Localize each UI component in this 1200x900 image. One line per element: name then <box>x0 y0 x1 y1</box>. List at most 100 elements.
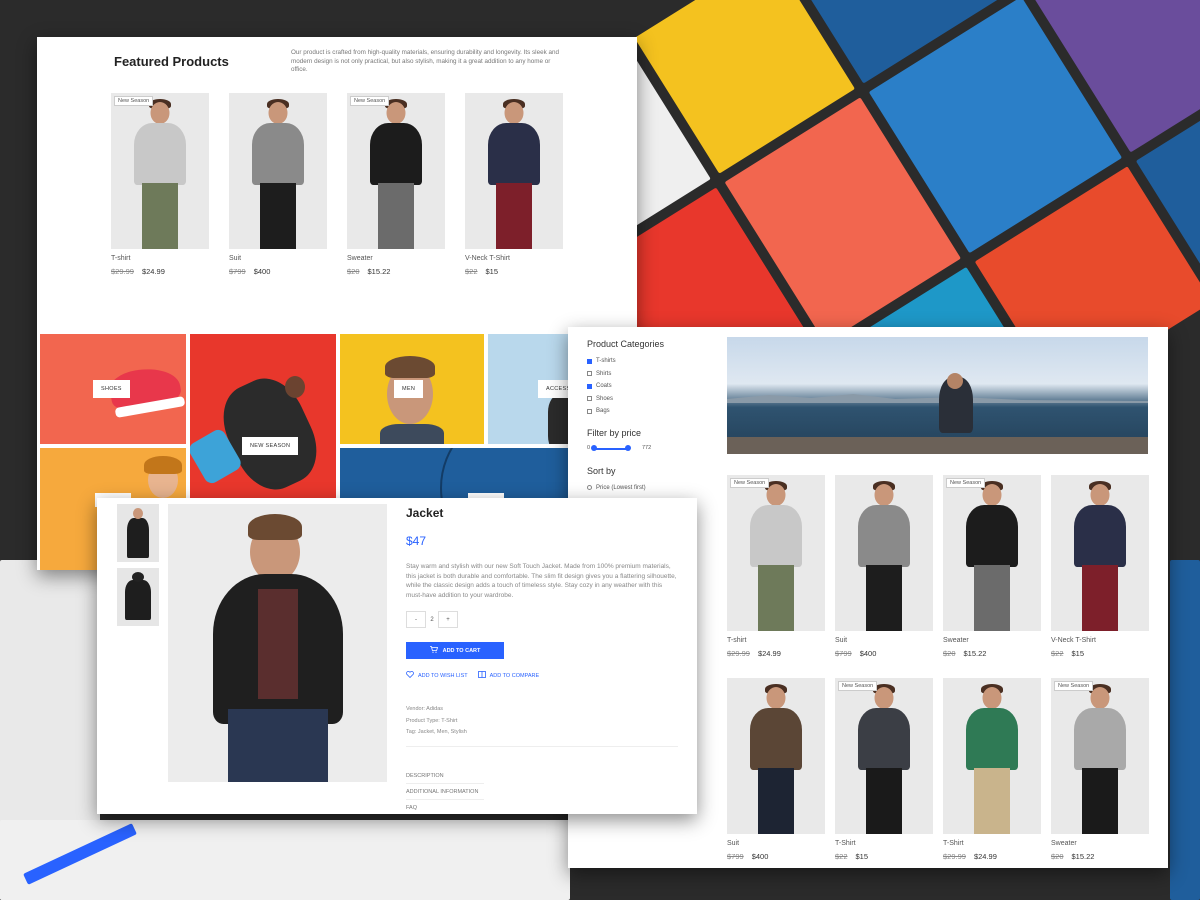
product-image[interactable] <box>943 678 1041 834</box>
product-image[interactable]: New Season <box>727 475 825 631</box>
category-tile-new-season[interactable]: NEW SEASON <box>190 334 336 499</box>
product-card[interactable]: Suit $799 $400 <box>229 93 327 276</box>
product-price: $47 <box>406 534 427 548</box>
wishlist-link[interactable]: ADD TO WISH LIST <box>406 671 468 680</box>
add-to-cart-label: ADD TO CART <box>442 647 481 654</box>
old-price: $799 <box>727 852 744 861</box>
category-label: Bags <box>596 408 610 415</box>
old-price: $29.99 <box>111 267 134 276</box>
category-checkbox[interactable]: Coats <box>587 380 707 393</box>
category-tile-shoes[interactable]: SHOES <box>40 334 186 444</box>
product-card[interactable]: New Season Sweater $20 $15.22 <box>347 93 445 276</box>
product-image[interactable]: New Season <box>943 475 1041 631</box>
product-name: Sweater <box>1051 840 1077 847</box>
product-price-row: $22 $15 <box>465 267 563 276</box>
old-price: $22 <box>465 267 478 276</box>
product-name: V-Neck T-Shirt <box>1051 637 1096 644</box>
qty-value[interactable]: 2 <box>426 611 438 628</box>
product-name: T-shirt <box>111 255 131 262</box>
product-image[interactable] <box>229 93 327 249</box>
product-thumbnail-2[interactable] <box>117 568 159 626</box>
product-image[interactable] <box>1051 475 1149 631</box>
checkbox-icon <box>587 358 592 364</box>
product-price-row: $20 $15.22 <box>1051 852 1149 861</box>
compare-link[interactable]: ADD TO COMPARE <box>477 671 540 680</box>
old-price: $29.99 <box>943 852 966 861</box>
product-card[interactable]: New Season T-shirt $29.99 $24.99 <box>111 93 209 276</box>
product-price-row: $799 $400 <box>835 649 933 658</box>
category-checkbox[interactable]: T-shirts <box>587 355 707 368</box>
product-image[interactable]: New Season <box>111 93 209 249</box>
product-image[interactable]: New Season <box>1051 678 1149 834</box>
add-to-cart-button[interactable]: ADD TO CART <box>406 642 504 659</box>
category-label: Shoes <box>596 395 614 402</box>
product-card[interactable]: New Season Sweater $20 $15.22 <box>943 475 1041 658</box>
product-price-row: $22 $15 <box>835 852 933 861</box>
product-info-tabs: DESCRIPTION ADDITIONAL INFORMATION FAQ <box>406 768 484 816</box>
product-price-row: $29.99 $24.99 <box>727 649 825 658</box>
product-vendor: Vendor: Adidas <box>406 706 444 712</box>
tab-faq[interactable]: FAQ <box>406 800 484 816</box>
product-name: T-shirt <box>727 637 747 644</box>
new-season-badge: New Season <box>114 96 154 106</box>
sale-price: $15 <box>1071 649 1085 658</box>
category-checkbox[interactable]: Shirts <box>587 368 707 381</box>
shoes-label: SHOES <box>93 380 130 398</box>
product-name: Sweater <box>943 637 969 644</box>
product-image[interactable] <box>465 93 563 249</box>
product-image[interactable]: New Season <box>347 93 445 249</box>
sort-option-price-lowest[interactable]: Price (Lowest first) <box>587 482 707 495</box>
product-card[interactable]: V-Neck T-Shirt $22 $15 <box>1051 475 1149 658</box>
price-min: 0 <box>587 444 591 451</box>
price-max: 772 <box>642 444 652 451</box>
price-slider-max-handle[interactable] <box>625 444 631 451</box>
heart-icon <box>406 671 414 680</box>
product-tags: Tag: Jacket, Men, Stylish <box>406 729 467 735</box>
product-name: Suit <box>229 255 242 262</box>
sale-price: $400 <box>253 267 271 276</box>
sale-price: $400 <box>859 649 877 658</box>
product-card[interactable]: V-Neck T-Shirt $22 $15 <box>465 93 563 276</box>
qty-minus-button[interactable]: - <box>406 611 426 628</box>
product-card[interactable]: T-Shirt $29.99 $24.99 <box>943 678 1041 861</box>
product-image[interactable] <box>835 475 933 631</box>
product-title: Jacket <box>406 506 444 520</box>
qty-plus-button[interactable]: + <box>438 611 458 628</box>
tab-additional-information[interactable]: ADDITIONAL INFORMATION <box>406 784 484 800</box>
price-slider-min-handle[interactable] <box>591 444 597 451</box>
tab-description[interactable]: DESCRIPTION <box>406 768 484 784</box>
sale-price: $15.22 <box>367 267 391 276</box>
category-checkbox[interactable]: Shoes <box>587 393 707 406</box>
product-price-row: $22 $15 <box>1051 649 1149 658</box>
old-price: $799 <box>835 649 852 658</box>
category-label: Shirts <box>596 370 612 377</box>
checkbox-icon <box>587 396 592 402</box>
product-card[interactable]: New Season T-Shirt $22 $15 <box>835 678 933 861</box>
product-detail-panel: Jacket $47 Stay warm and stylish with ou… <box>97 498 697 814</box>
product-price-row: $20 $15.22 <box>347 267 445 276</box>
product-card[interactable]: Suit $799 $400 <box>835 475 933 658</box>
sale-price: $15.22 <box>963 649 987 658</box>
product-image[interactable]: New Season <box>835 678 933 834</box>
sale-price: $24.99 <box>973 852 997 861</box>
compare-icon <box>477 671 486 680</box>
category-checkbox[interactable]: Bags <box>587 405 707 418</box>
price-slider[interactable]: 0 772 <box>587 444 707 454</box>
category-label: T-shirts <box>596 358 616 365</box>
product-price-row: $20 $15.22 <box>943 649 1041 658</box>
categories-heading: Product Categories <box>587 339 665 349</box>
men-label: MEN <box>394 380 424 398</box>
cart-icon <box>429 646 438 655</box>
category-tile-men[interactable]: MEN <box>340 334 484 444</box>
product-card[interactable]: New Season T-shirt $29.99 $24.99 <box>727 475 825 658</box>
product-type: Product Type: T-Shirt <box>406 717 458 724</box>
product-card[interactable]: New Season Sweater $20 $15.22 <box>1051 678 1149 861</box>
featured-title: Featured Products <box>114 54 229 69</box>
old-price: $22 <box>835 852 848 861</box>
compare-label: ADD TO COMPARE <box>489 672 540 679</box>
product-image[interactable] <box>727 678 825 834</box>
product-card[interactable]: Suit $799 $400 <box>727 678 825 861</box>
category-label: Coats <box>596 383 612 390</box>
product-thumbnail-1[interactable] <box>117 504 159 562</box>
sale-price: $15 <box>855 852 869 861</box>
